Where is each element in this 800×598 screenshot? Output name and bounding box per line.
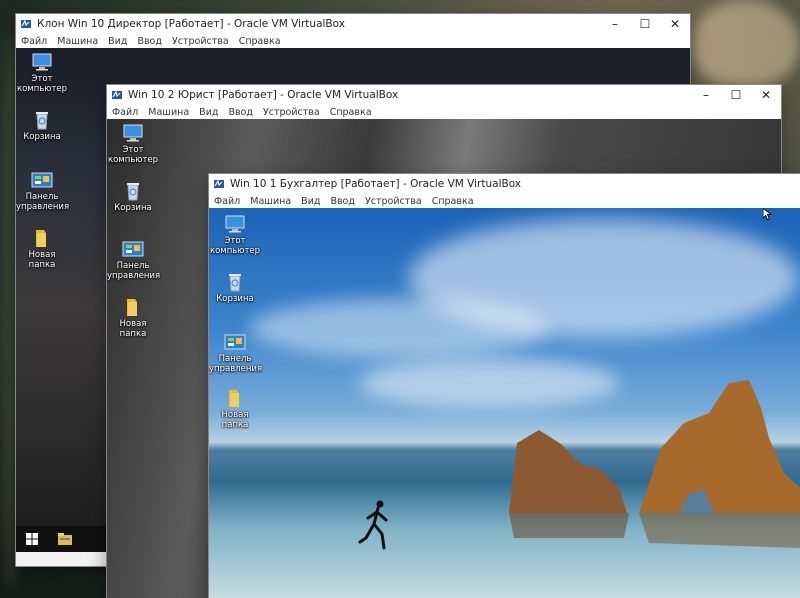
menu-help[interactable]: Справка [427,196,479,207]
window-title: Win 10 2 Юрист [Работает] - Oracle VM Vi… [128,89,399,101]
desktop-icon-label: Новая папка [28,250,56,270]
desktop-icon-label: Корзина [23,132,61,142]
minimize-button[interactable]: – [600,14,630,34]
menu-file[interactable]: Файл [107,107,143,118]
window-title: Win 10 1 Бухгалтер [Работает] - Oracle V… [230,178,522,190]
recycle-bin-icon [36,112,48,130]
desktop-icon-recycle-bin[interactable]: Корзина [107,181,159,213]
control-panel-icon [122,241,144,257]
monitor-icon [123,124,143,142]
menubar: Файл Машина Вид Ввод Устройства Справка [209,194,800,208]
wallpaper-runner [358,500,388,550]
vm-window-accountant[interactable]: Win 10 1 Бухгалтер [Работает] - Oracle V… [209,174,800,598]
minimize-button[interactable]: – [691,85,721,105]
desktop-icon-label: Панель управления [209,354,263,374]
virtualbox-icon [21,19,31,28]
mouse-cursor-icon [763,208,772,221]
desktop-icon-label: Новая папка [119,319,147,339]
menu-machine[interactable]: Машина [52,36,103,47]
monitor-icon [32,53,52,71]
window-title: Клон Win 10 Директор [Работает] - Oracle… [37,18,345,30]
virtualbox-icon [214,179,224,188]
menu-devices[interactable]: Устройства [167,36,234,47]
titlebar[interactable]: Win 10 2 Юрист [Работает] - Oracle VM Vi… [107,85,781,105]
menu-input[interactable]: Ввод [223,107,258,118]
close-button[interactable]: ✕ [660,14,690,34]
folder-icon [127,299,137,316]
desktop-icon-label: Панель управления [16,192,70,212]
desktop-icon-control-panel[interactable]: Панель управления [16,170,70,212]
menu-input[interactable]: Ввод [325,196,360,207]
titlebar[interactable]: Win 10 1 Бухгалтер [Работает] - Oracle V… [209,174,800,194]
desktop-icon-new-folder[interactable]: Новая папка [107,297,159,339]
virtualbox-icon [112,90,122,99]
desktop-icon-control-panel[interactable]: Панель управления [209,332,263,374]
menubar: Файл Машина Вид Ввод Устройства Справка [16,34,690,48]
guest-taskbar [16,526,106,552]
menu-view[interactable]: Вид [296,196,325,207]
menu-file[interactable]: Файл [16,36,52,47]
wallpaper-rocks [509,380,800,548]
desktop-icon-recycle-bin[interactable]: Корзина [16,110,68,142]
desktop-icon-control-panel[interactable]: Панель управления [107,239,161,281]
folder-icon [229,390,239,407]
menu-machine[interactable]: Машина [143,107,194,118]
menu-input[interactable]: Ввод [132,36,167,47]
desktop-icon-label: Этот компьютер [16,74,68,94]
monitor-icon [225,215,245,233]
folder-icon [36,230,46,247]
desktop-icon-label: Корзина [216,294,254,304]
recycle-bin-icon [127,183,139,201]
wallpaper-bokeh [690,0,800,90]
desktop-icon-label: Панель управления [107,261,161,281]
menubar: Файл Машина Вид Ввод Устройства Справка [107,105,781,119]
maximize-button[interactable]: ☐ [630,14,660,34]
menu-devices[interactable]: Устройства [258,107,325,118]
menu-view[interactable]: Вид [103,36,132,47]
control-panel-icon [224,334,246,350]
desktop-icon-this-pc[interactable]: Этот компьютер [107,123,159,165]
desktop-icon-label: Этот компьютер [107,145,159,165]
menu-help[interactable]: Справка [234,36,286,47]
menu-help[interactable]: Справка [325,107,377,118]
menu-machine[interactable]: Машина [245,196,296,207]
menu-view[interactable]: Вид [194,107,223,118]
windows-start-icon[interactable] [26,533,38,545]
desktop-icon-new-folder[interactable]: Новая папка [209,388,261,430]
desktop-icon-this-pc[interactable]: Этот компьютер [16,52,68,94]
guest-screen[interactable]: Этот компьютер Корзина Панель управления… [209,208,800,598]
control-panel-icon [31,172,53,188]
file-explorer-icon[interactable] [58,533,72,545]
recycle-bin-icon [229,274,241,292]
desktop-icon-recycle-bin[interactable]: Корзина [209,272,261,304]
desktop-icon-label: Этот компьютер [209,236,261,256]
guest-status-strip [16,552,106,566]
titlebar[interactable]: Клон Win 10 Директор [Работает] - Oracle… [16,14,690,34]
close-button[interactable]: ✕ [751,85,781,105]
desktop-icon-new-folder[interactable]: Новая папка [16,228,68,270]
menu-devices[interactable]: Устройства [360,196,427,207]
desktop-icon-label: Корзина [114,203,152,213]
maximize-button[interactable]: ☐ [721,85,751,105]
desktop-icon-this-pc[interactable]: Этот компьютер [209,214,261,256]
desktop-icon-label: Новая папка [221,410,249,430]
menu-file[interactable]: Файл [209,196,245,207]
